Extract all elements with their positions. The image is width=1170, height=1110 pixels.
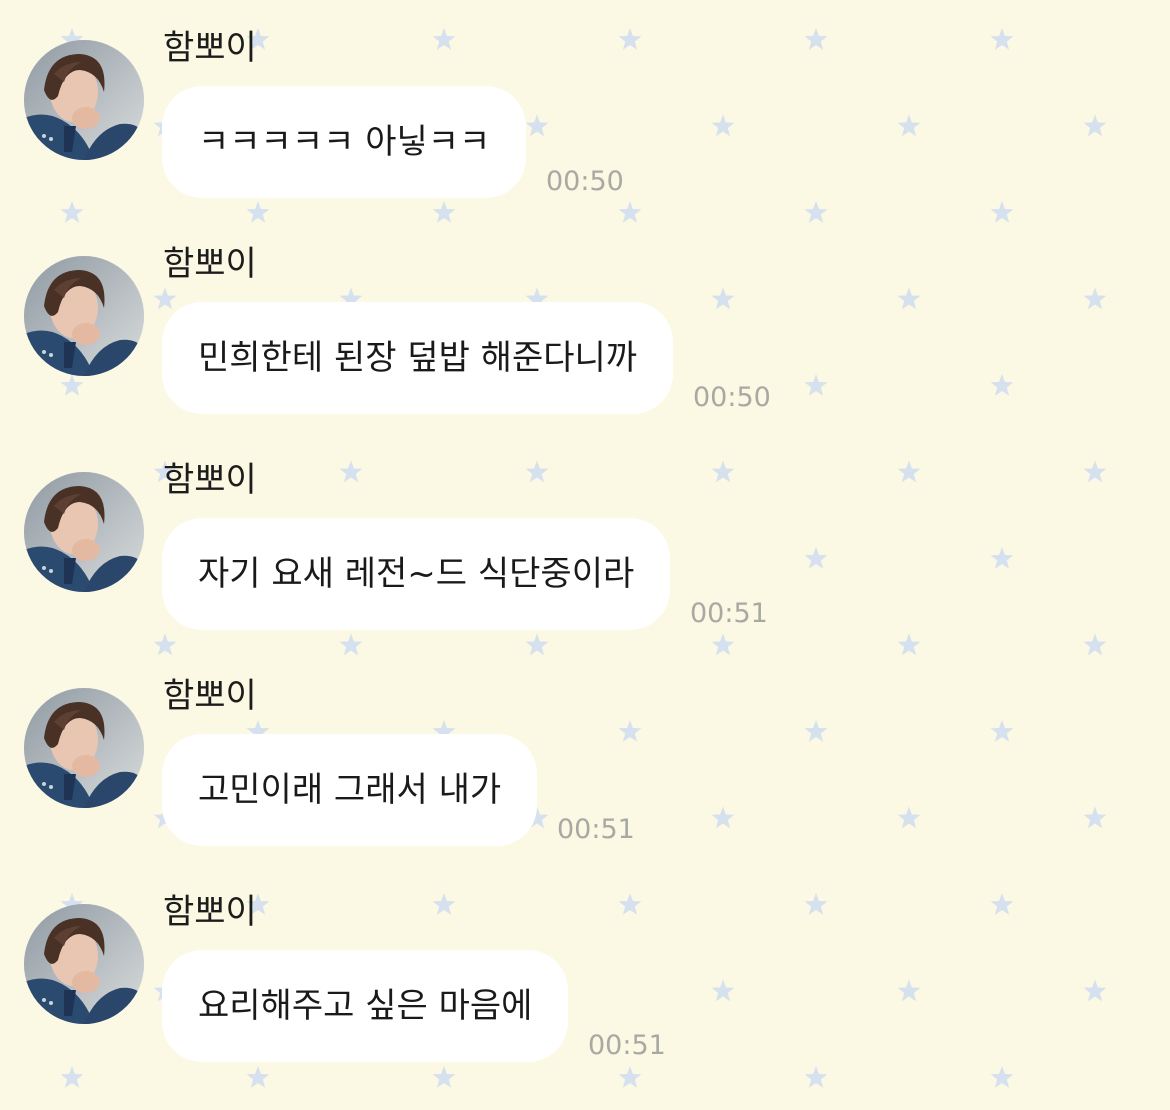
- profile-photo: [24, 40, 144, 160]
- profile-photo: [24, 688, 144, 808]
- avatar[interactable]: [24, 688, 144, 808]
- avatar[interactable]: [24, 904, 144, 1024]
- message-time: 00:51: [557, 814, 635, 845]
- message-time: 00:51: [588, 1030, 666, 1061]
- chat-message: 함뽀이 ㅋㅋㅋㅋㅋ 아닣ㅋㅋ 00:50: [0, 0, 1170, 216]
- message-time: 00:50: [546, 166, 624, 197]
- sender-name: 함뽀이: [163, 892, 257, 932]
- avatar[interactable]: [24, 40, 144, 160]
- chat-message: 함뽀이 요리해주고 싶은 마음에 00:51: [0, 864, 1170, 1080]
- message-bubble[interactable]: 고민이래 그래서 내가: [162, 734, 538, 846]
- profile-photo: [24, 904, 144, 1024]
- profile-photo: [24, 256, 144, 376]
- sender-name: 함뽀이: [163, 460, 257, 500]
- sender-name: 함뽀이: [163, 244, 257, 284]
- sender-name: 함뽀이: [163, 676, 257, 716]
- chat-message: 함뽀이 자기 요새 레전~드 식단중이라 00:51: [0, 432, 1170, 648]
- message-bubble[interactable]: 자기 요새 레전~드 식단중이라: [162, 518, 671, 630]
- avatar[interactable]: [24, 256, 144, 376]
- chat-message: 함뽀이 고민이래 그래서 내가 00:51: [0, 648, 1170, 864]
- sender-name: 함뽀이: [163, 28, 257, 68]
- message-bubble[interactable]: 민희한테 된장 덮밥 해준다니까: [162, 302, 674, 414]
- message-bubble[interactable]: ㅋㅋㅋㅋㅋ 아닣ㅋㅋ: [162, 86, 527, 198]
- profile-photo: [24, 472, 144, 592]
- avatar[interactable]: [24, 472, 144, 592]
- message-time: 00:51: [690, 598, 768, 629]
- message-bubble[interactable]: 요리해주고 싶은 마음에: [162, 950, 569, 1062]
- message-time: 00:50: [693, 382, 771, 413]
- chat-message: 함뽀이 민희한테 된장 덮밥 해준다니까 00:50: [0, 216, 1170, 432]
